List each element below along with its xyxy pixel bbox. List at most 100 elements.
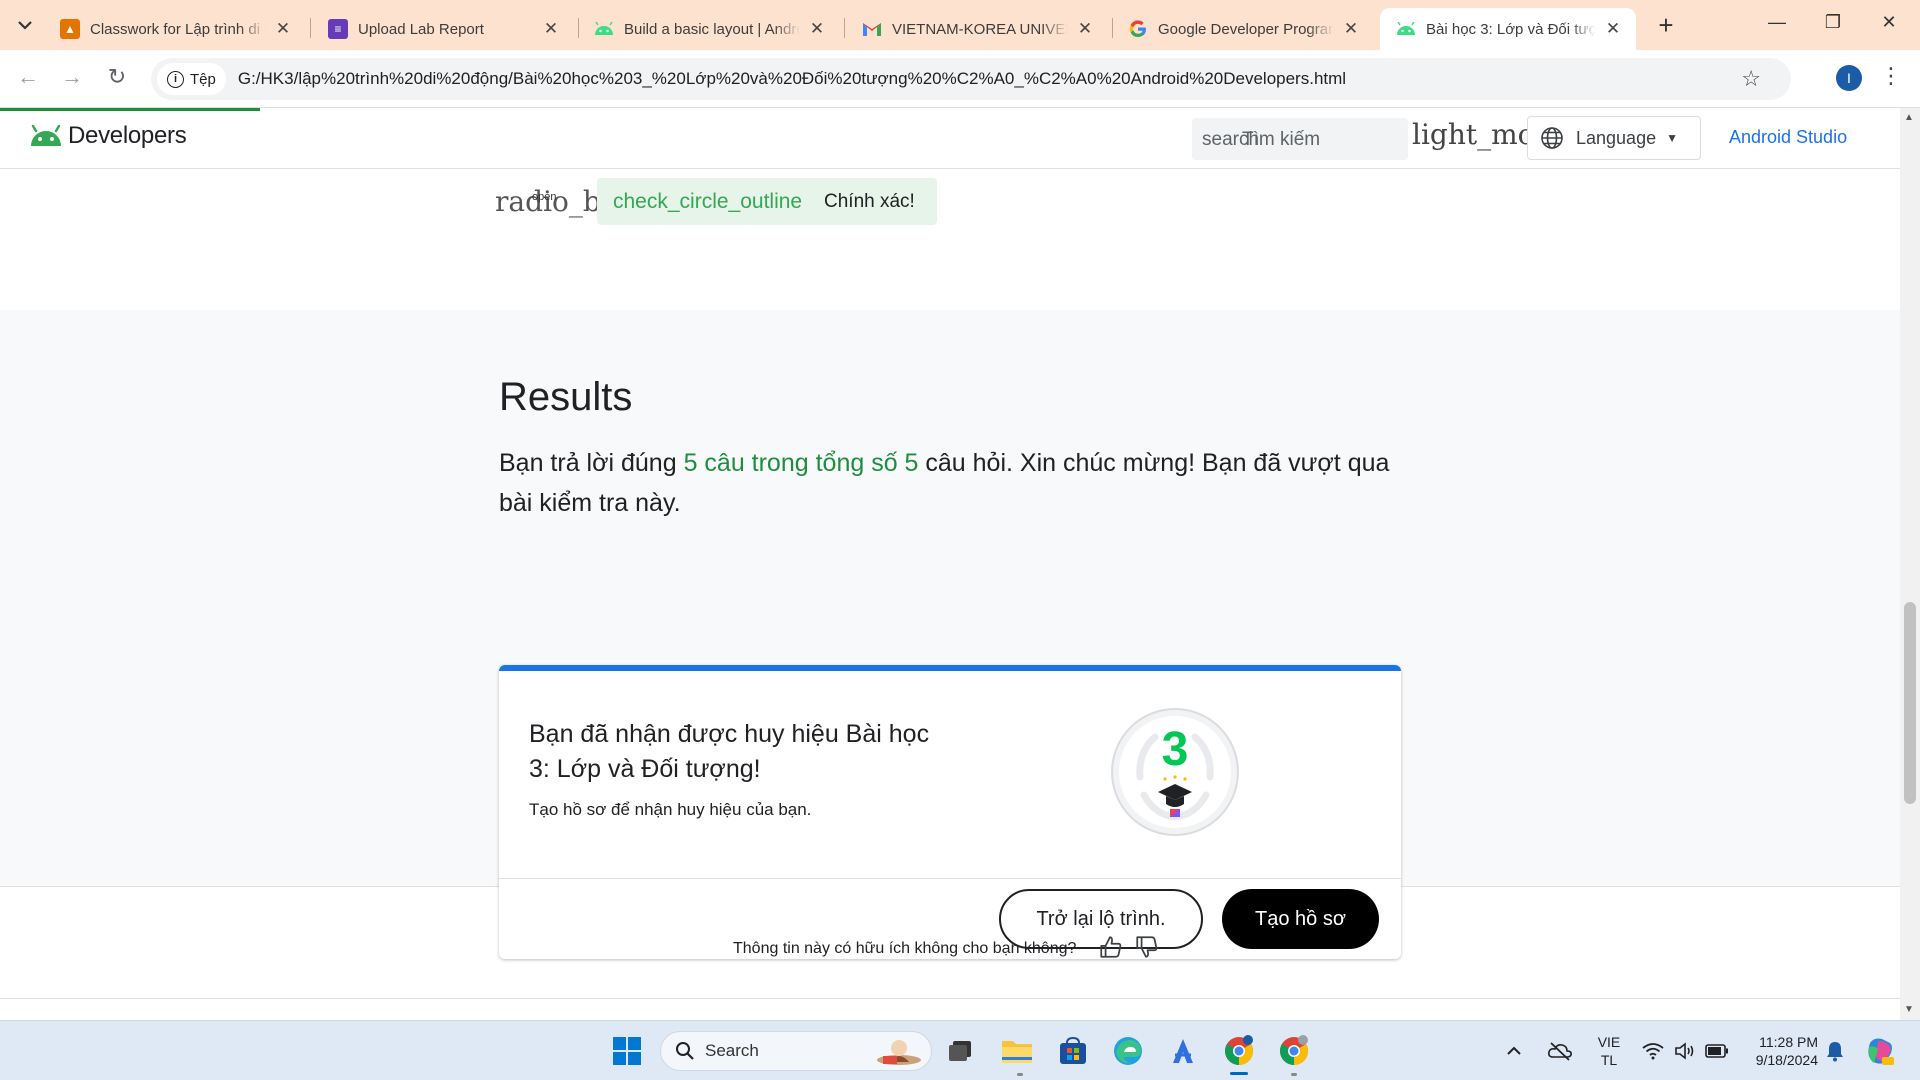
clock-time: 11:28 PM — [1759, 1034, 1818, 1050]
page-viewport: Developers search Tìm kiếm light_mode La… — [0, 108, 1900, 1020]
scrollbar-thumb[interactable] — [1904, 602, 1916, 804]
badge-title: Bạn đã nhận được huy hiệu Bài học 3: Lớp… — [529, 720, 930, 783]
close-icon[interactable]: ✕ — [1076, 19, 1094, 39]
reload-icon[interactable]: ↻ — [102, 64, 132, 90]
close-icon[interactable]: ✕ — [1342, 19, 1360, 39]
minimize-button[interactable]: — — [1762, 12, 1792, 33]
copilot-icon[interactable] — [1862, 1034, 1898, 1068]
language-line-2: TL — [1600, 1052, 1618, 1068]
tab-classwork[interactable]: ▲ Classwork for Lập trình di động ✕ — [44, 8, 306, 50]
feedback-question: Thông tin này có hữu ích không cho bạn k… — [733, 940, 1077, 957]
tab-title: Build a basic layout | Android Developer… — [624, 20, 800, 38]
site-info-label: Tệp — [190, 70, 216, 88]
browser-tab-strip: ▲ Classwork for Lập trình di động ✕ ≡ Up… — [0, 0, 1920, 50]
language-select[interactable]: Language ▼ — [1527, 116, 1701, 160]
edge-browser-icon[interactable] — [1111, 1034, 1145, 1068]
task-view-icon[interactable] — [943, 1034, 977, 1068]
bookmark-star-icon[interactable]: ☆ — [1741, 66, 1761, 92]
page-scrollbar[interactable]: ▲ ▼ — [1900, 108, 1920, 1020]
microsoft-store-icon[interactable] — [1056, 1034, 1090, 1068]
active-app-indicator — [1230, 1072, 1248, 1075]
close-icon[interactable]: ✕ — [274, 19, 292, 39]
gmail-icon — [862, 19, 882, 39]
google-icon — [1128, 19, 1148, 39]
wifi-icon[interactable] — [1640, 1034, 1666, 1068]
close-icon[interactable]: ✕ — [1604, 19, 1622, 39]
clock-date: 9/18/2024 — [1755, 1052, 1818, 1068]
tab-upload-lab-report[interactable]: ≡ Upload Lab Report ✕ — [312, 8, 574, 50]
chrome-profile-icon[interactable] — [1277, 1034, 1311, 1068]
close-icon[interactable]: ✕ — [542, 19, 560, 39]
thumb-up-icon[interactable] — [1098, 934, 1124, 960]
language-line-1: VIE — [1597, 1034, 1621, 1050]
results-score: 5 câu trong tổng số 5 — [683, 449, 919, 477]
search-placeholder: Tìm kiếm — [1242, 129, 1321, 150]
close-window-button[interactable]: ✕ — [1874, 12, 1904, 33]
running-indicator — [1291, 1073, 1297, 1076]
volume-icon[interactable] — [1672, 1034, 1698, 1068]
thumb-down-icon[interactable] — [1134, 934, 1160, 960]
address-bar[interactable]: i Tệp G:/HK3/lập%20trình%20di%20động/Bài… — [151, 58, 1791, 100]
chrome-icon[interactable] — [1222, 1034, 1256, 1068]
language-label: Language — [1576, 127, 1657, 148]
file-explorer-icon[interactable] — [1000, 1034, 1034, 1068]
tab-separator — [310, 18, 311, 38]
taskbar-search-placeholder: Search — [705, 1041, 759, 1060]
open-icon: open — [532, 191, 557, 203]
site-info-chip[interactable]: i Tệp — [157, 63, 226, 95]
info-icon: i — [167, 70, 184, 88]
scroll-up-icon[interactable]: ▲ — [1904, 112, 1914, 123]
forms-icon: ≡ — [328, 19, 348, 39]
profile-avatar[interactable]: I — [1836, 65, 1862, 91]
battery-icon[interactable] — [1704, 1034, 1730, 1068]
scroll-down-icon[interactable]: ▼ — [1904, 1004, 1914, 1015]
clock[interactable]: 11:28 PM 9/18/2024 — [1746, 1033, 1818, 1069]
badge-subtitle: Tạo hồ sơ để nhận huy hiệu của bạn. — [529, 800, 812, 819]
correct-answer-feedback: check_circle_outline Chính xác! — [597, 178, 937, 225]
globe-icon — [1541, 127, 1563, 149]
input-language-indicator[interactable]: VIE TL — [1594, 1033, 1624, 1069]
running-indicator — [1017, 1073, 1023, 1076]
taskbar-search-box[interactable]: Search — [660, 1031, 932, 1071]
more-options-icon[interactable]: ⋮ — [1880, 63, 1902, 89]
android-icon — [31, 125, 61, 146]
android-studio-link[interactable]: Android Studio — [1729, 127, 1847, 148]
tab-build-basic-layout[interactable]: Build a basic layout | Android Developer… — [578, 8, 840, 50]
results-section: Results Bạn trả lời đúng 5 câu trong tổn… — [0, 310, 1900, 959]
android-icon — [1396, 19, 1416, 39]
chevron-up-icon[interactable] — [1504, 1034, 1524, 1068]
card-divider — [499, 878, 1401, 879]
forward-arrow-icon[interactable]: → — [57, 64, 87, 90]
tab-title: Google Developer Program — [1158, 20, 1334, 38]
check-circle-outline-icon: check_circle_outline — [613, 190, 803, 213]
url-text[interactable]: G:/HK3/lập%20trình%20di%20động/Bài%20học… — [238, 69, 1346, 89]
new-tab-button[interactable]: + — [1652, 12, 1680, 38]
back-arrow-icon[interactable]: ← — [13, 64, 43, 90]
search-icon — [676, 1042, 694, 1060]
feedback-row: Thông tin này có hữu ích không cho bạn k… — [0, 928, 1900, 968]
chevron-down-icon — [18, 21, 32, 30]
tab-title: Upload Lab Report — [358, 20, 484, 38]
restore-button[interactable]: ❐ — [1818, 12, 1848, 33]
tab-active-bai-hoc-3[interactable]: Bài học 3: Lớp và Đối tượng ✕ — [1380, 8, 1636, 50]
profile-initial: I — [1847, 70, 1851, 86]
reading-progress-bar — [0, 108, 260, 111]
android-developers-logo[interactable]: Developers — [30, 122, 187, 150]
site-header: Developers search Tìm kiếm light_mode La… — [0, 108, 1900, 169]
classroom-icon: ▲ — [60, 19, 80, 39]
badge-card-accent-bar — [499, 665, 1401, 671]
results-title: Results — [499, 375, 633, 419]
site-search-input[interactable]: search Tìm kiếm — [1192, 118, 1408, 160]
windows-start-icon[interactable] — [610, 1034, 644, 1068]
tab-title: Bài học 3: Lớp và Đối tượng — [1426, 20, 1596, 38]
copilot-app-icon[interactable] — [1166, 1034, 1200, 1068]
quiz-answer-row: radio_button_unchecked open check_circle… — [495, 173, 1095, 225]
onedrive-offline-icon[interactable] — [1546, 1034, 1574, 1068]
tab-search-button[interactable] — [9, 10, 41, 40]
tab-google-developer-program[interactable]: Google Developer Program ✕ — [1112, 8, 1374, 50]
footer-divider — [0, 998, 1900, 999]
close-icon[interactable]: ✕ — [808, 19, 826, 39]
tab-gmail-vku[interactable]: VIETNAM-KOREA UNIVERSITY ✕ — [846, 8, 1108, 50]
notification-bell-icon[interactable] — [1822, 1034, 1848, 1068]
results-summary: Bạn trả lời đúng 5 câu trong tổng số 5 c… — [499, 443, 1399, 523]
